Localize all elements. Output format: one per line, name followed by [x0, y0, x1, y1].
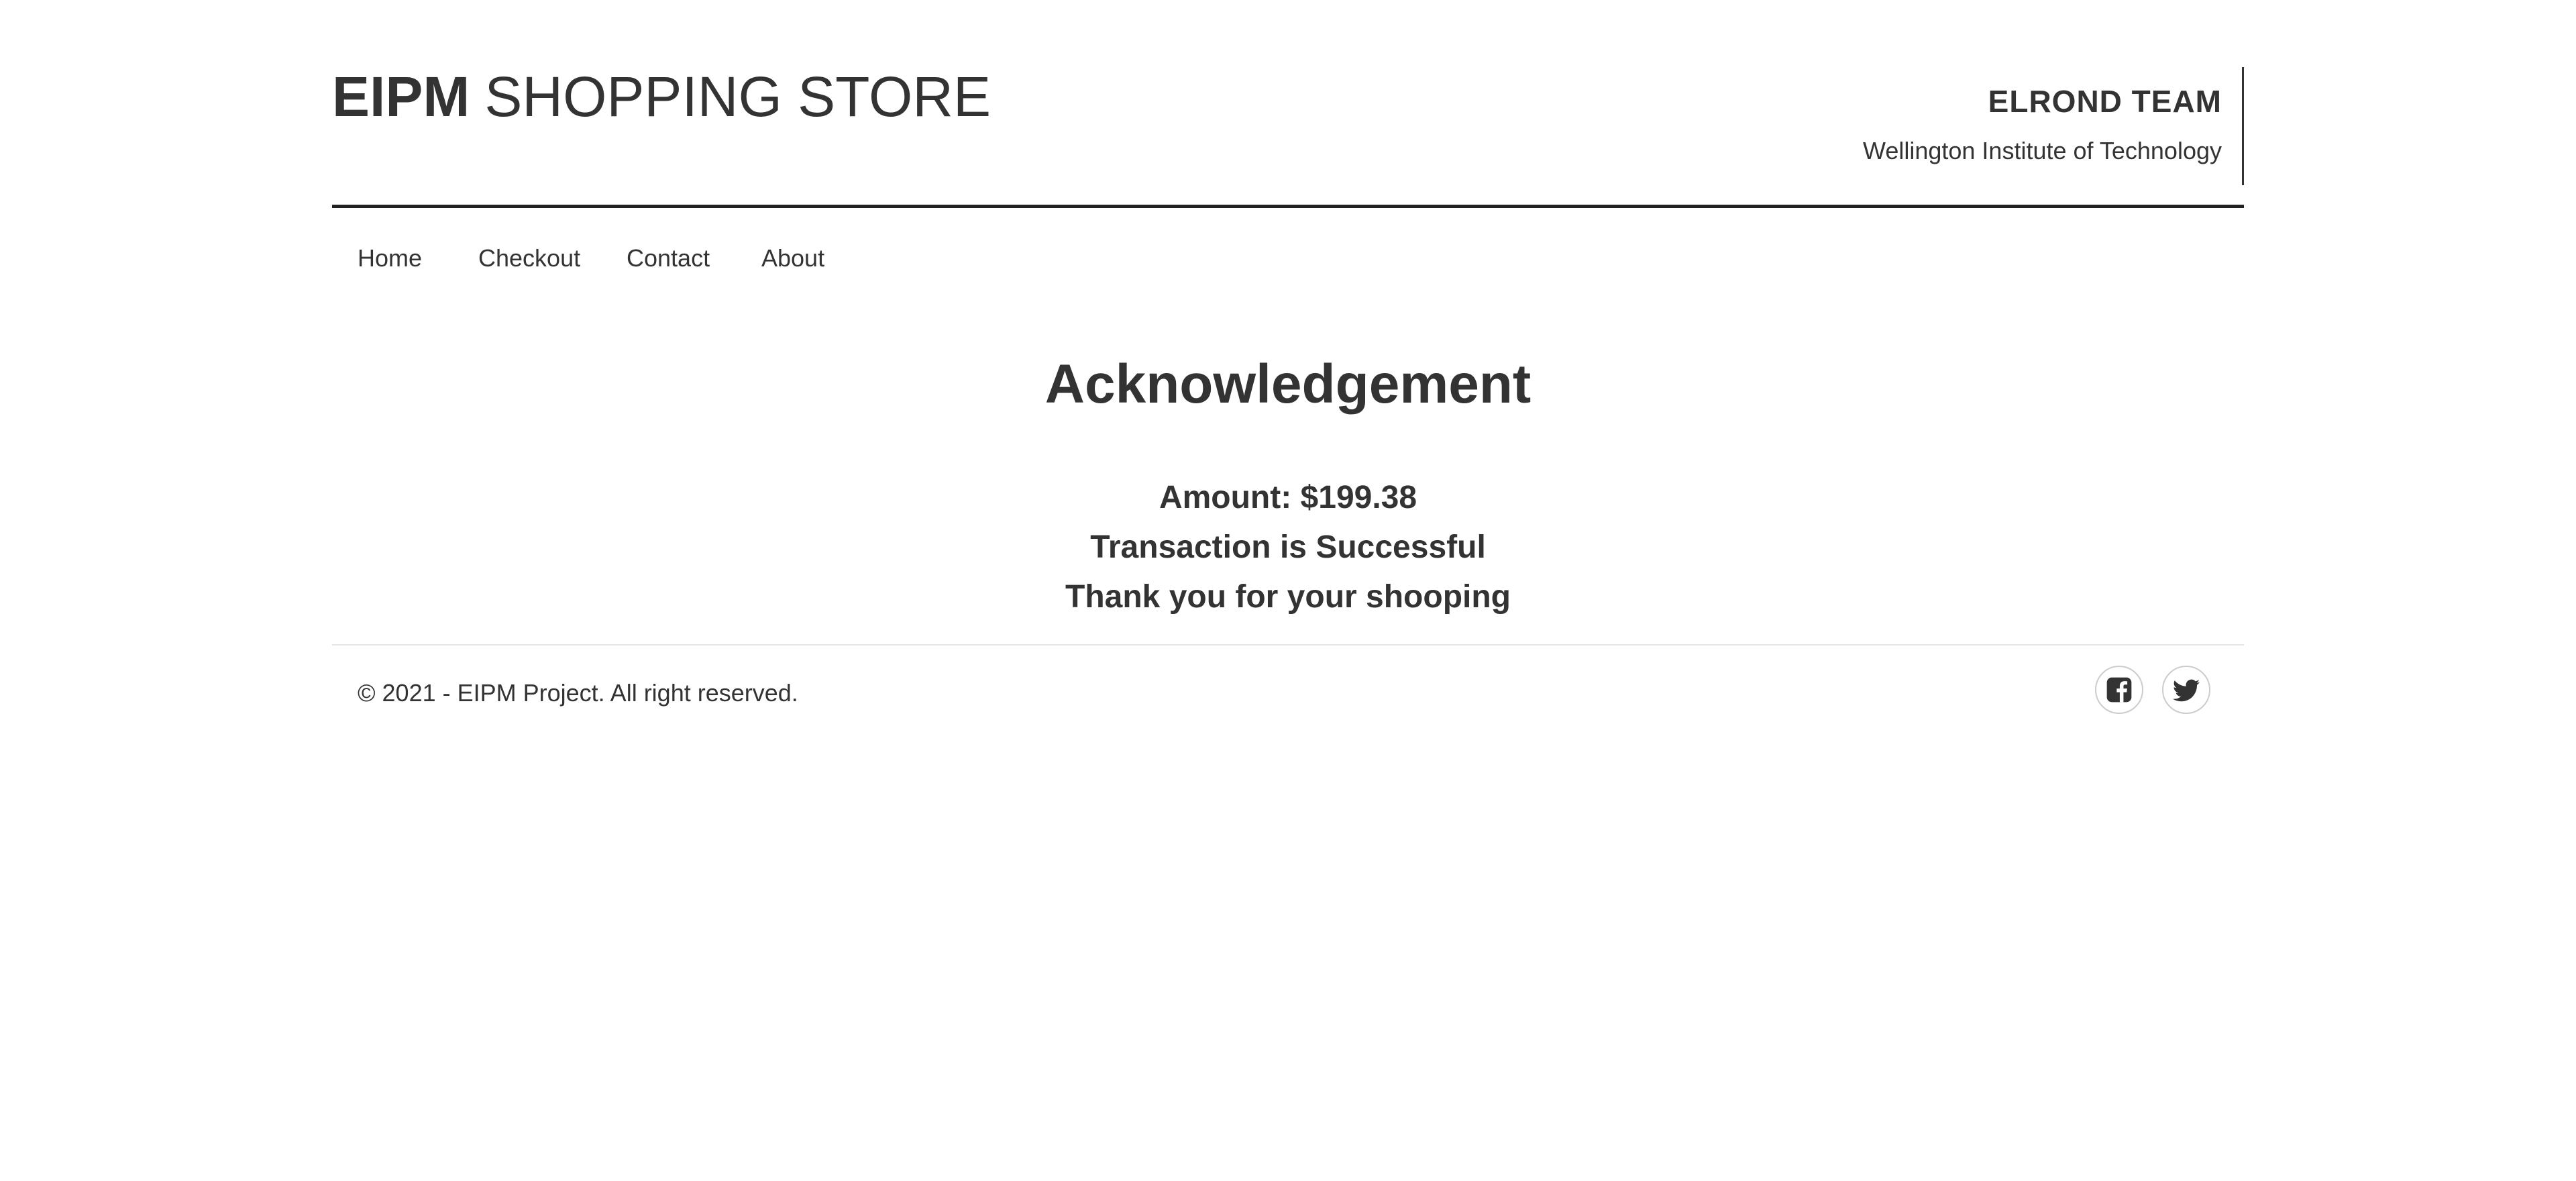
page-title: Acknowledgement	[1044, 354, 1532, 415]
facebook-icon	[2106, 677, 2132, 703]
facebook-button[interactable]	[2095, 666, 2143, 714]
nav-about[interactable]: About	[761, 244, 824, 272]
page-container: EIPM SHOPPING STORE ELROND TEAM Wellingto…	[332, 0, 2244, 714]
twitter-button[interactable]	[2162, 666, 2210, 714]
copyright-text: © 2021 - EIPM Project. All right reserve…	[358, 679, 798, 707]
transaction-status: Transaction is Successful	[1090, 529, 1486, 565]
brand-bold-text: EIPM	[332, 65, 470, 128]
acknowledgement-section: Acknowledgement Amount: $199.38 Transact…	[332, 309, 2244, 644]
thank-you-text: Thank you for your shooping	[1065, 579, 1511, 615]
site-brand[interactable]: EIPM SHOPPING STORE	[332, 68, 991, 125]
team-info: ELROND TEAM Wellington Institute of Tech…	[1863, 67, 2244, 185]
institution-name: Wellington Institute of Technology	[1862, 137, 2222, 164]
nav-home[interactable]: Home	[358, 244, 422, 272]
team-name: ELROND TEAM	[1988, 84, 2222, 119]
twitter-icon	[2172, 679, 2200, 702]
brand-rest-text: SHOPPING STORE	[484, 65, 991, 128]
nav-checkout[interactable]: Checkout	[478, 244, 580, 272]
amount-text: Amount: $199.38	[1159, 480, 1417, 515]
site-header: EIPM SHOPPING STORE ELROND TEAM Wellingto…	[332, 0, 2244, 208]
main-nav: Home Checkout Contact About	[332, 208, 2244, 309]
nav-contact[interactable]: Contact	[627, 244, 710, 272]
site-footer: © 2021 - EIPM Project. All right reserve…	[332, 644, 2244, 726]
